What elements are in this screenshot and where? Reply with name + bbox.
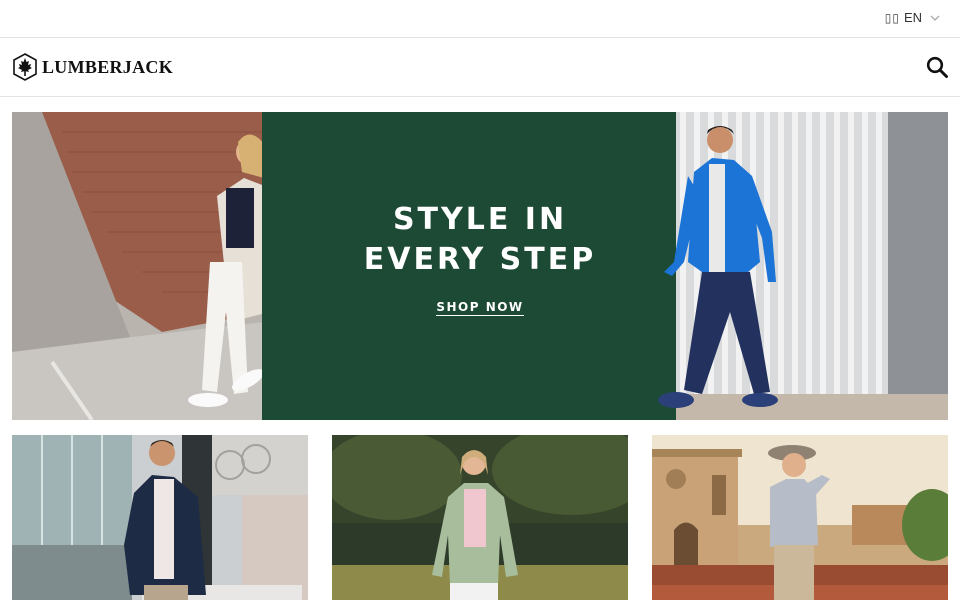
shop-now-label[interactable]: SHOP NOW: [436, 300, 524, 316]
brand-logo[interactable]: LUMBERJACK: [12, 53, 173, 81]
top-utility-bar: ▯▯ EN: [0, 0, 960, 38]
maple-leaf-icon: [13, 53, 37, 81]
chevron-down-icon: [930, 15, 940, 21]
kids-category-image: [652, 435, 948, 600]
hero-headline-line1: STYLE IN: [392, 202, 568, 237]
language-code: EN: [903, 10, 922, 25]
category-tile-women[interactable]: [332, 435, 628, 600]
category-tile-kids[interactable]: [652, 435, 948, 600]
hero-banner[interactable]: STYLE IN EVERY STEP SHOP NOW: [12, 112, 948, 420]
hero-headline: STYLE IN EVERY STEP: [262, 200, 698, 280]
flag-icon: ▯▯: [884, 10, 900, 25]
search-icon[interactable]: [926, 56, 948, 78]
shop-now-link[interactable]: SHOP NOW: [262, 298, 698, 316]
brand-name: LUMBERJACK: [42, 56, 174, 77]
site-header: LUMBERJACK: [0, 38, 960, 97]
language-selector[interactable]: ▯▯ EN: [885, 10, 940, 25]
men-category-image: [12, 435, 308, 600]
category-tile-men[interactable]: [12, 435, 308, 600]
women-category-image: [332, 435, 628, 600]
hero-headline-line2: EVERY STEP: [363, 242, 597, 277]
